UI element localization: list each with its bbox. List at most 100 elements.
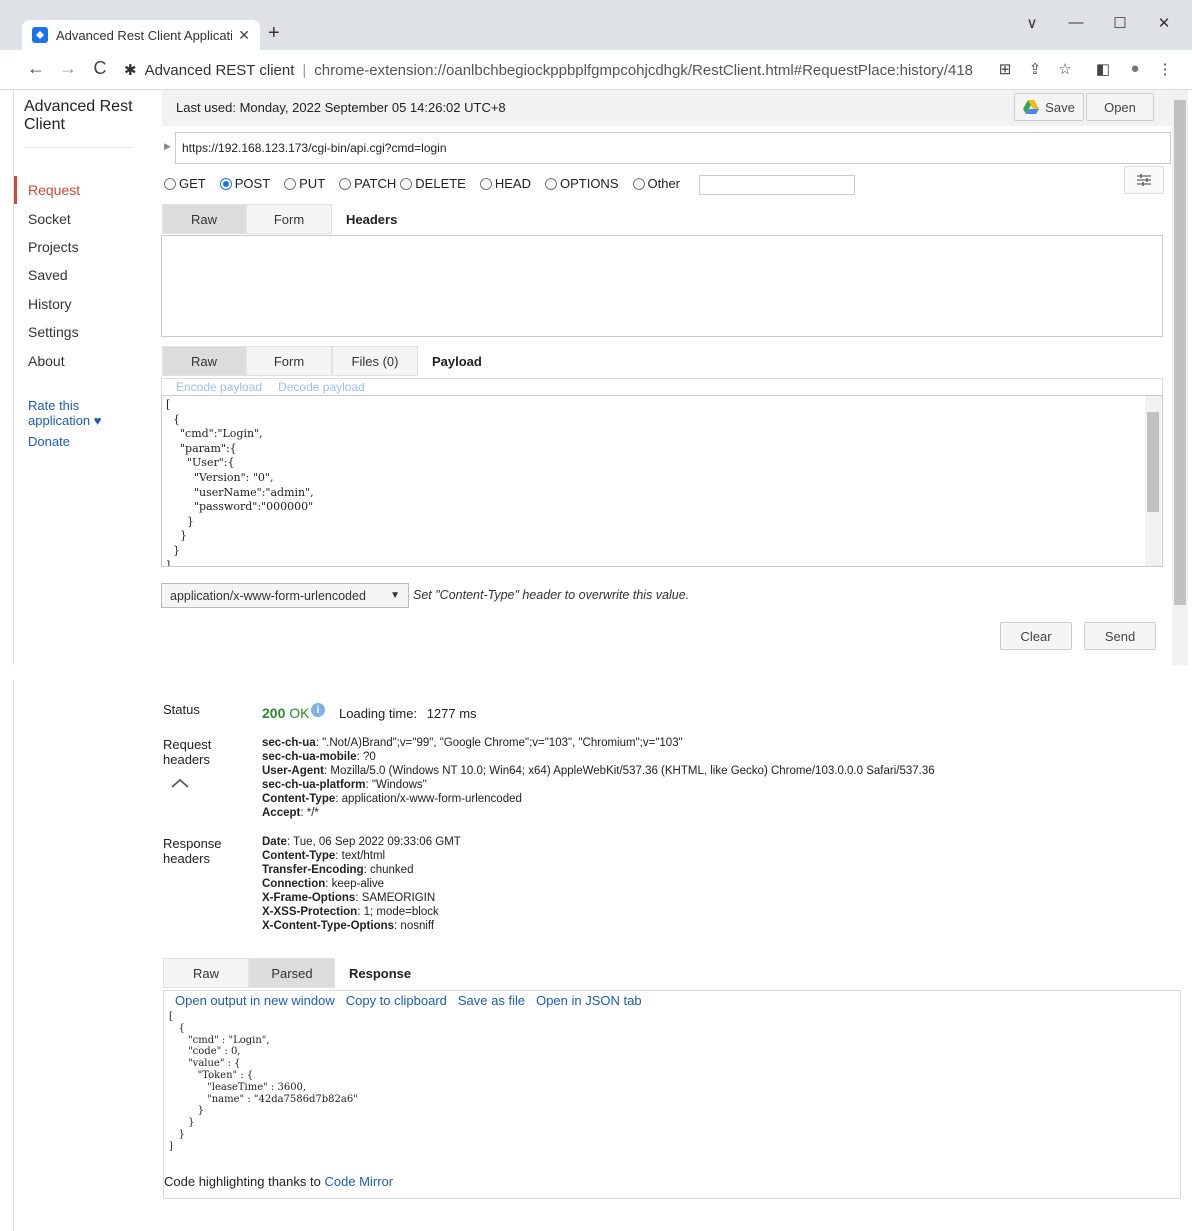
sidebar-item-request[interactable]: Request [14, 176, 134, 205]
clear-button[interactable]: Clear [1000, 622, 1072, 650]
save-button-label: Save [1045, 99, 1075, 115]
browser-menu-icon[interactable]: ⋮ [1154, 60, 1176, 78]
translate-icon[interactable]: ⊞ [994, 60, 1016, 78]
sidebar-item-projects[interactable]: Projects [14, 233, 134, 261]
headers-tab-raw[interactable]: Raw [162, 204, 246, 234]
sidebar-item-about[interactable]: About [14, 346, 134, 374]
payload-tab-raw[interactable]: Raw [162, 346, 246, 376]
sidebar-item-socket[interactable]: Socket [14, 204, 134, 232]
headers-textarea[interactable] [161, 235, 1163, 337]
tab-search-icon[interactable]: ∨ [1012, 14, 1052, 32]
payload-tab-form[interactable]: Form [246, 346, 332, 376]
method-delete[interactable]: DELETE [400, 176, 466, 191]
method-other-label: Other [647, 176, 681, 191]
window-close-icon[interactable]: ✕ [1144, 14, 1184, 32]
request-header-row: sec-ch-ua-mobile: ?0 [262, 751, 376, 763]
method-head[interactable]: HEAD [479, 176, 531, 191]
response-header-row: Date: Tue, 06 Sep 2022 09:33:06 GMT [262, 836, 461, 848]
method-head-label: HEAD [494, 176, 531, 191]
collapse-chevron-icon[interactable] [170, 776, 190, 792]
payload-actions: Encode payload Decode payload [161, 378, 1163, 395]
method-get-label: GET [179, 176, 206, 191]
decode-payload-link[interactable]: Decode payload [278, 380, 365, 394]
copy-clipboard-link[interactable]: Copy to clipboard [346, 993, 447, 1008]
method-options-label: OPTIONS [559, 176, 619, 191]
response-tab-parsed[interactable]: Parsed [249, 958, 335, 988]
payload-scrollbar-thumb[interactable] [1147, 412, 1159, 512]
headers-tabs: Raw Form Headers [162, 204, 397, 234]
request-headers-list: sec-ch-ua: ".Not/A)Brand";v="99", "Googl… [262, 736, 935, 820]
reload-icon[interactable]: C [88, 58, 112, 79]
minimize-icon[interactable]: — [1056, 14, 1096, 31]
loading-time-label: Loading time: [339, 706, 418, 721]
method-post[interactable]: POST [219, 176, 270, 191]
payload-title: Payload [432, 353, 482, 369]
last-used-text: Last used: Monday, 2022 September 05 14:… [176, 100, 506, 115]
response-headers-list: Date: Tue, 06 Sep 2022 09:33:06 GMT Cont… [262, 835, 461, 933]
sidebar-nav: Request Socket Projects Saved History Se… [14, 176, 134, 375]
back-icon[interactable]: ← [24, 58, 48, 79]
new-tab-icon[interactable]: + [268, 22, 280, 45]
radio-post[interactable] [219, 177, 232, 190]
puzzle-icon: ✱ [124, 62, 137, 79]
radio-put[interactable] [284, 177, 297, 190]
dropdown-arrow-icon: ▼ [390, 590, 400, 601]
payload-editor[interactable]: [ { "cmd":"Login", "param":{ "User":{ "V… [161, 395, 1163, 567]
method-options[interactable]: OPTIONS [544, 176, 619, 191]
forward-icon[interactable]: → [56, 58, 80, 79]
sidebar-item-saved[interactable]: Saved [14, 261, 134, 289]
send-button[interactable]: Send [1084, 622, 1156, 650]
response-tabs: Raw Parsed Response [163, 958, 411, 988]
address-bar[interactable]: ✱ Advanced REST client | chrome-extensio… [124, 56, 984, 84]
save-file-link[interactable]: Save as file [458, 993, 525, 1008]
method-get[interactable]: GET [164, 176, 206, 191]
response-tab-raw[interactable]: Raw [163, 958, 249, 988]
url-separator: | [302, 61, 307, 79]
loading-time: Loading time: 1277 ms [339, 706, 477, 721]
browser-tab[interactable]: Advanced Rest Client Applicati ✕ [22, 20, 260, 50]
response-header-row: Connection: keep-alive [262, 878, 385, 890]
open-output-link[interactable]: Open output in new window [175, 993, 335, 1008]
share-icon[interactable]: ⇪ [1024, 60, 1046, 78]
open-button[interactable]: Open [1086, 93, 1154, 121]
encode-payload-link[interactable]: Encode payload [176, 380, 262, 394]
headers-tab-form[interactable]: Form [246, 204, 332, 234]
method-put[interactable]: PUT [284, 176, 325, 191]
status-info-icon[interactable]: i [311, 703, 325, 717]
maximize-icon[interactable]: ☐ [1100, 14, 1140, 32]
content-type-hint: Set "Content-Type" header to overwrite t… [413, 588, 690, 602]
response-header-row: X-XSS-Protection: 1; mode=block [262, 906, 439, 918]
open-json-tab-link[interactable]: Open in JSON tab [536, 993, 642, 1008]
bookmark-star-icon[interactable]: ☆ [1054, 60, 1076, 78]
side-panel-icon[interactable]: ◧ [1092, 60, 1114, 78]
method-other[interactable]: Other [632, 176, 681, 191]
request-url-input[interactable] [175, 132, 1171, 164]
radio-delete[interactable] [400, 177, 413, 190]
donate-link[interactable]: Donate [28, 434, 70, 449]
request-header-row: sec-ch-ua: ".Not/A)Brand";v="99", "Googl… [262, 737, 683, 749]
rate-app-link[interactable]: Rate this application ♥ [28, 398, 128, 428]
radio-get[interactable] [164, 177, 176, 190]
tab-close-icon[interactable]: ✕ [238, 27, 250, 44]
page-scrollbar-thumb[interactable] [1174, 100, 1186, 605]
sidebar-item-settings[interactable]: Settings [14, 318, 134, 346]
payload-tab-files[interactable]: Files (0) [332, 346, 418, 376]
save-button[interactable]: Save [1014, 93, 1084, 121]
codemirror-link[interactable]: Code Mirror [324, 1174, 393, 1189]
extension-name: Advanced REST client [144, 61, 295, 79]
other-method-input[interactable] [699, 175, 855, 195]
content-type-select[interactable]: application/x-www-form-urlencoded ▼ [161, 583, 409, 608]
method-patch[interactable]: PATCH [339, 176, 396, 191]
sidebar-item-history[interactable]: History [14, 290, 134, 318]
request-header-row: User-Agent: Mozilla/5.0 (Windows NT 10.0… [262, 765, 935, 777]
address-url: chrome-extension://oanlbchbegiockppbplfg… [314, 61, 974, 79]
radio-options[interactable] [544, 177, 557, 190]
profile-avatar-icon[interactable]: ● [1124, 60, 1146, 77]
radio-head[interactable] [479, 177, 492, 190]
payload-tabs: Raw Form Files (0) Payload [162, 346, 482, 376]
radio-other[interactable] [632, 177, 645, 190]
request-settings-icon[interactable] [1124, 166, 1164, 194]
radio-patch[interactable] [339, 177, 352, 190]
url-expand-icon[interactable]: ▶ [164, 141, 171, 152]
method-put-label: PUT [299, 176, 326, 191]
